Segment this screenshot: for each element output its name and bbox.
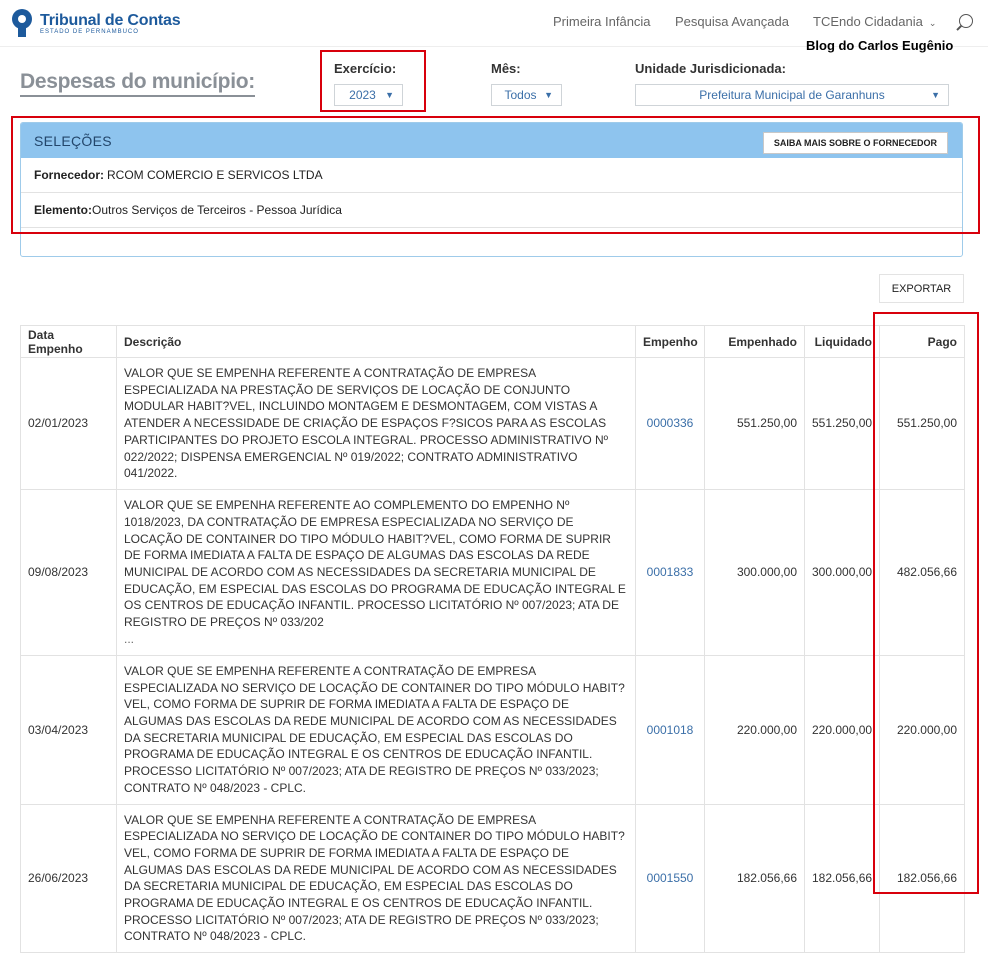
tce-logo[interactable]: Tribunal de Contas ESTADO DE PERNAMBUCO <box>12 9 181 37</box>
table-header-row: Data Empenho Descrição Empenho Empenhado… <box>20 325 965 358</box>
col-liquidado[interactable]: Liquidado <box>804 325 880 358</box>
cell-empenhado: 220.000,00 <box>704 654 805 805</box>
dropdown-arrow-icon: ▼ <box>385 90 394 100</box>
empenho-link[interactable]: 0000336 <box>635 357 705 490</box>
cell-descricao: VALOR QUE SE EMPENHA REFERENTE A CONTRAT… <box>116 803 636 953</box>
dropdown-arrow-icon: ▼ <box>931 90 940 100</box>
cell-empenhado: 551.250,00 <box>704 357 805 490</box>
cell-liquidado: 220.000,00 <box>804 654 880 805</box>
chevron-down-icon: ⌄ <box>928 18 937 28</box>
page-title: Despesas do município: <box>20 70 255 97</box>
col-data-empenho[interactable]: Data Empenho <box>20 325 117 358</box>
elemento-row: Elemento: Outros Serviços de Terceiros -… <box>21 193 962 228</box>
logo-icon <box>12 9 32 37</box>
exercicio-label: Exercício: <box>334 61 397 76</box>
mes-value: Todos <box>504 88 537 102</box>
exercicio-select[interactable]: 2023 ▼ <box>334 84 403 106</box>
unidade-value: Prefeitura Municipal de Garanhuns <box>699 88 885 102</box>
cell-data: 09/08/2023 <box>20 488 117 656</box>
table-row: 26/06/2023 VALOR QUE SE EMPENHA REFERENT… <box>20 803 965 953</box>
nav-pesquisa-avancada[interactable]: Pesquisa Avançada <box>675 14 789 29</box>
logo-name: Tribunal de Contas <box>40 11 181 29</box>
elemento-label: Elemento: <box>34 203 93 217</box>
cell-descricao-text: VALOR QUE SE EMPENHA REFERENTE AO COMPLE… <box>124 498 626 630</box>
cell-pago: 551.250,00 <box>879 357 965 490</box>
logo-subtitle: ESTADO DE PERNAMBUCO <box>40 28 139 35</box>
col-empenhado[interactable]: Empenhado <box>704 325 805 358</box>
cell-liquidado: 300.000,00 <box>804 488 880 656</box>
unidade-select[interactable]: Prefeitura Municipal de Garanhuns ▼ <box>635 84 949 106</box>
exercicio-value: 2023 <box>349 88 376 102</box>
selections-title: SELEÇÕES <box>34 133 112 149</box>
exportar-button[interactable]: EXPORTAR <box>879 274 964 303</box>
empenho-link[interactable]: 0001833 <box>635 488 705 656</box>
cell-descricao: VALOR QUE SE EMPENHA REFERENTE A CONTRAT… <box>116 654 636 805</box>
cell-empenhado: 182.056,66 <box>704 803 805 953</box>
table-row: 09/08/2023 VALOR QUE SE EMPENHA REFERENT… <box>20 488 965 656</box>
despesas-table: Data Empenho Descrição Empenho Empenhado… <box>20 325 965 953</box>
col-pago[interactable]: Pago <box>879 325 965 358</box>
empenho-link[interactable]: 0001550 <box>635 803 705 953</box>
mes-select[interactable]: Todos ▼ <box>491 84 562 106</box>
empenho-link[interactable]: 0001018 <box>635 654 705 805</box>
cell-descricao: VALOR QUE SE EMPENHA REFERENTE AO COMPLE… <box>116 488 636 656</box>
selections-panel: SELEÇÕES SAIBA MAIS SOBRE O FORNECEDOR F… <box>20 122 963 257</box>
table-row: 02/01/2023 VALOR QUE SE EMPENHA REFERENT… <box>20 357 965 490</box>
cell-liquidado: 551.250,00 <box>804 357 880 490</box>
cell-data: 03/04/2023 <box>20 654 117 805</box>
cell-descricao: VALOR QUE SE EMPENHA REFERENTE A CONTRAT… <box>116 357 636 490</box>
search-icon[interactable] <box>959 14 973 28</box>
description-ellipsis[interactable]: ... <box>124 631 628 648</box>
mes-label: Mês: <box>491 61 521 76</box>
cell-pago: 220.000,00 <box>879 654 965 805</box>
elemento-value: Outros Serviços de Terceiros - Pessoa Ju… <box>92 203 342 217</box>
cell-data: 02/01/2023 <box>20 357 117 490</box>
fornecedor-row: Fornecedor: RCOM COMERCIO E SERVICOS LTD… <box>21 158 962 193</box>
dropdown-arrow-icon: ▼ <box>544 90 553 100</box>
cell-pago: 482.056,66 <box>879 488 965 656</box>
fornecedor-label: Fornecedor: <box>34 168 105 182</box>
col-descricao[interactable]: Descrição <box>116 325 636 358</box>
cell-data: 26/06/2023 <box>20 803 117 953</box>
cell-empenhado: 300.000,00 <box>704 488 805 656</box>
nav-primeira-infancia[interactable]: Primeira Infância <box>553 14 651 29</box>
saiba-mais-button[interactable]: SAIBA MAIS SOBRE O FORNECEDOR <box>762 132 948 154</box>
col-empenho[interactable]: Empenho <box>635 325 705 358</box>
cell-pago: 182.056,66 <box>879 803 965 953</box>
nav-tcendo-label: TCEndo Cidadania <box>813 14 923 29</box>
blog-watermark: Blog do Carlos Eugênio <box>806 38 954 53</box>
table-row: 03/04/2023 VALOR QUE SE EMPENHA REFERENT… <box>20 654 965 805</box>
cell-liquidado: 182.056,66 <box>804 803 880 953</box>
selections-header: SELEÇÕES SAIBA MAIS SOBRE O FORNECEDOR <box>21 123 962 158</box>
nav-tcendo-cidadania[interactable]: TCEndo Cidadania ⌄ <box>813 14 936 29</box>
fornecedor-value: RCOM COMERCIO E SERVICOS LTDA <box>107 168 323 182</box>
unidade-label: Unidade Jurisdicionada: <box>635 61 786 76</box>
